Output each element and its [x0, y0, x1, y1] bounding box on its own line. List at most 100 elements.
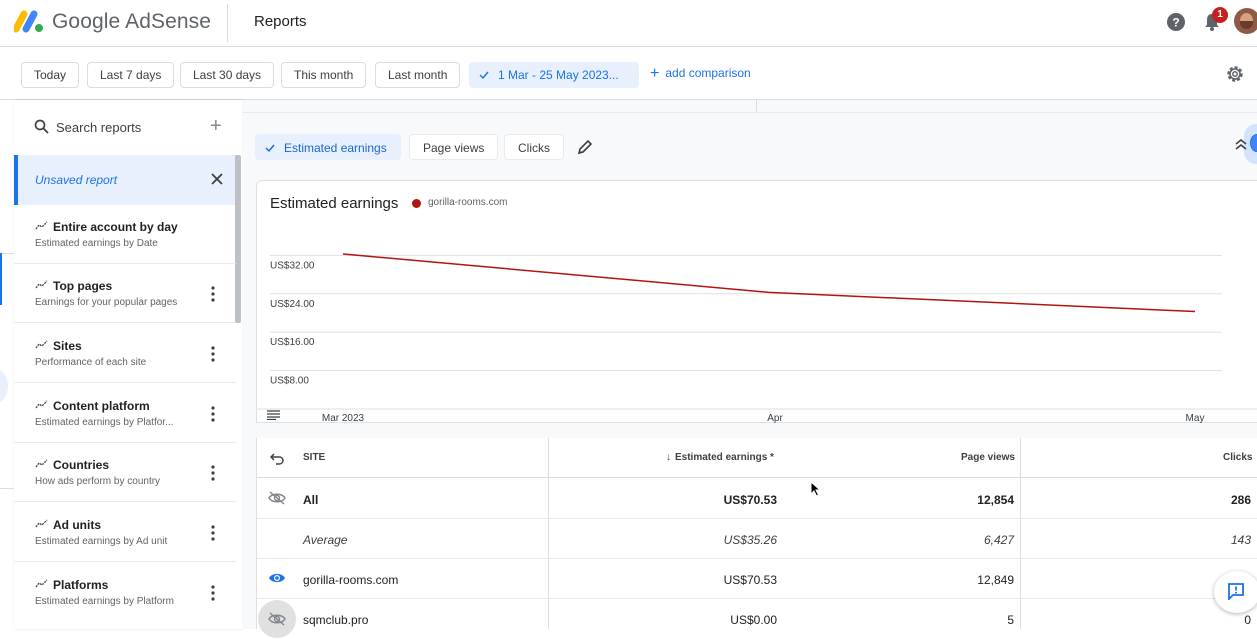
undo-icon[interactable] — [270, 451, 284, 465]
report-subtitle: Estimated earnings by Platfor... — [35, 417, 174, 428]
y-axis-tick-label: US$8.00 — [270, 376, 309, 387]
adsense-logo-icon[interactable] — [14, 9, 44, 33]
column-header-page-views[interactable]: Page views — [961, 452, 1015, 463]
visibility-icon[interactable] — [268, 571, 286, 585]
x-axis-tick-label: Apr — [767, 413, 783, 424]
visibility-off-icon[interactable] — [268, 612, 286, 626]
report-title: Entire account by day — [53, 220, 178, 234]
report-subtitle: Estimated earnings by Platform — [35, 596, 174, 607]
report-title: Platforms — [53, 578, 109, 592]
report-item-top-pages[interactable]: Top pages Earnings for your popular page… — [14, 264, 236, 323]
edge-divider — [0, 488, 14, 489]
report-item-content-platform[interactable]: Content platform Estimated earnings by P… — [14, 384, 236, 443]
settings-gear-icon[interactable] — [1225, 64, 1245, 84]
more-vert-icon[interactable] — [211, 406, 215, 422]
reports-sidebar: Search reports + Unsaved report Entire a… — [0, 100, 242, 629]
cell-clicks: 286 — [1230, 493, 1251, 507]
search-reports-row[interactable]: Search reports + — [14, 100, 242, 154]
edge-divider — [0, 253, 14, 254]
report-title: Sites — [53, 339, 82, 353]
column-header-estimated-earnings[interactable]: ↓ Estimated earnings * — [666, 452, 774, 463]
more-vert-icon[interactable] — [211, 585, 215, 601]
report-subtitle: Estimated earnings by Ad unit — [35, 536, 168, 547]
search-reports-input[interactable]: Search reports — [56, 120, 141, 135]
check-icon — [479, 71, 489, 80]
report-item-ad-units[interactable]: Ad units Estimated earnings by Ad unit — [14, 503, 236, 562]
date-chip-last-month[interactable]: Last month — [375, 62, 461, 88]
y-axis-tick-label: US$32.00 — [270, 260, 315, 271]
cell-page-views: 12,849 — [977, 573, 1014, 587]
earnings-line-chart: US$32.00 US$24.00 US$16.00 US$8.00 Mar 2023 A… — [257, 253, 1257, 424]
cell-clicks: 143 — [1230, 533, 1251, 547]
add-comparison-button[interactable]: + add comparison — [650, 66, 751, 82]
collapse-chevron-icon[interactable] — [1235, 138, 1247, 152]
cell-page-views: 12,854 — [977, 493, 1014, 507]
more-vert-icon[interactable] — [211, 525, 215, 541]
table-row[interactable]: gorilla-rooms.com US$70.53 12,849 — [257, 559, 1257, 599]
check-icon — [265, 144, 275, 153]
report-item-countries[interactable]: Countries How ads perform by country — [14, 443, 236, 502]
visibility-off-icon[interactable] — [268, 491, 286, 505]
edge-nav-highlight[interactable] — [0, 368, 8, 404]
help-icon[interactable]: ? — [1166, 12, 1186, 32]
metric-chip-estimated-earnings[interactable]: Estimated earnings — [255, 134, 401, 160]
date-chip-last-30-days[interactable]: Last 30 days — [180, 62, 275, 88]
close-icon[interactable] — [210, 172, 224, 186]
cell-earnings: US$0.00 — [730, 613, 777, 627]
metric-label: Estimated earnings — [284, 141, 387, 155]
report-title: Content platform — [53, 399, 150, 413]
trend-icon — [35, 459, 48, 468]
date-chip-this-month[interactable]: This month — [281, 62, 367, 88]
cell-earnings: US$70.53 — [723, 573, 777, 587]
table-row-all[interactable]: All US$70.53 12,854 286 — [257, 479, 1257, 519]
y-axis-tick-label: US$24.00 — [270, 299, 315, 310]
column-header-clicks[interactable]: Clicks — [1223, 452, 1252, 463]
feedback-icon — [1228, 583, 1244, 600]
report-subtitle: How ads perform by country — [35, 476, 161, 487]
account-avatar[interactable] — [1234, 8, 1257, 34]
trend-icon — [35, 400, 48, 409]
top-app-bar: Google AdSense Reports ? 1 — [0, 0, 1257, 47]
date-chip-custom-range[interactable]: 1 Mar - 25 May 2023... — [469, 62, 639, 88]
cell-site: All — [303, 493, 319, 507]
trend-icon — [35, 579, 48, 588]
series-line-gorilla-rooms[interactable] — [342, 253, 1196, 313]
app-name[interactable]: Google AdSense — [52, 10, 211, 34]
feedback-button[interactable] — [1214, 571, 1257, 613]
divider — [242, 112, 1257, 113]
chart-table-toggle-icon[interactable] — [267, 410, 280, 420]
report-title: Top pages — [53, 279, 113, 293]
unsaved-report-item[interactable]: Unsaved report — [14, 155, 236, 205]
metric-chip-page-views[interactable]: Page views — [409, 134, 499, 160]
table-row-average: Average US$35.26 6,427 143 — [257, 519, 1257, 559]
report-item-sites[interactable]: Sites Performance of each site — [14, 324, 236, 383]
trend-icon — [35, 221, 48, 230]
more-vert-icon[interactable] — [211, 286, 215, 302]
new-report-plus-icon[interactable]: + — [210, 115, 222, 138]
cell-site: sqmclub.pro — [303, 613, 369, 627]
sort-down-arrow-icon: ↓ — [666, 452, 671, 463]
report-item-platforms[interactable]: Platforms Estimated earnings by Platform — [14, 563, 236, 622]
date-chip-today[interactable]: Today — [21, 62, 80, 88]
date-chip-last-7-days[interactable]: Last 7 days — [87, 62, 175, 88]
trend-icon — [35, 519, 48, 528]
date-range-bar: Today Last 7 days Last 30 days This mont… — [0, 48, 1257, 100]
more-vert-icon[interactable] — [211, 465, 215, 481]
report-subtitle: Earnings for your popular pages — [35, 297, 178, 308]
earnings-chart-card: Estimated earnings gorilla-rooms.com US$… — [256, 180, 1257, 424]
x-axis-tick-label: May — [1186, 413, 1205, 424]
search-icon — [34, 119, 49, 134]
edit-pencil-icon[interactable] — [577, 139, 593, 155]
y-axis-tick-label: US$16.00 — [270, 337, 315, 348]
report-data-table: SITE ↓ Estimated earnings * Page views Cl… — [256, 438, 1257, 638]
report-item-entire-account-by-day[interactable]: Entire account by day Estimated earnings… — [14, 205, 236, 264]
cell-page-views: 5 — [1007, 613, 1014, 627]
cell-earnings: US$35.26 — [723, 533, 777, 547]
add-comparison-label: add comparison — [665, 66, 751, 80]
column-header-site[interactable]: SITE — [303, 452, 325, 463]
page-title: Reports — [254, 13, 307, 30]
mouse-cursor-icon — [810, 481, 822, 497]
more-vert-icon[interactable] — [211, 346, 215, 362]
metric-chip-clicks[interactable]: Clicks — [504, 134, 564, 160]
table-row[interactable]: sqmclub.pro US$0.00 5 0 — [257, 599, 1257, 639]
